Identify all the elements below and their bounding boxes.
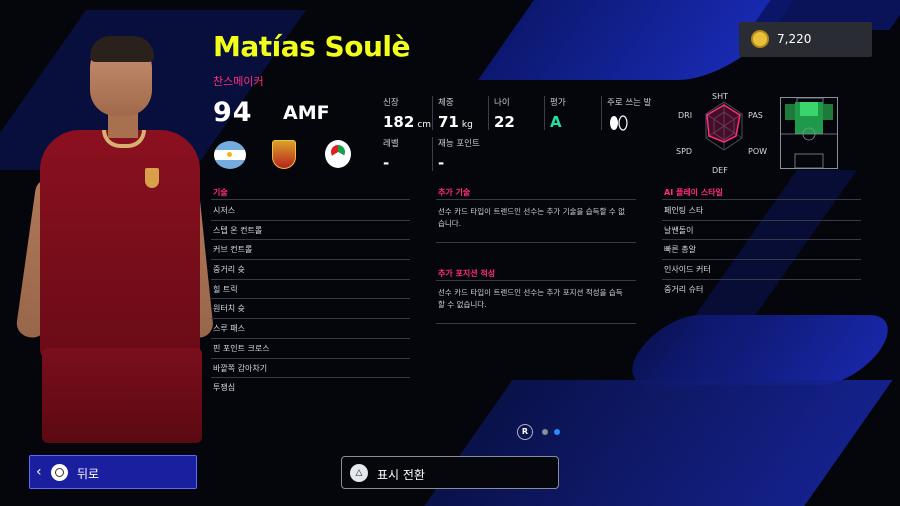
stat-unit: kg (461, 120, 473, 130)
extra-positions-text: 선수 카드 타입이 트렌드인 선수는 추가 포지션 적성을 습득할 수 없습니다… (438, 288, 623, 309)
stat-grade: 평가 A (550, 96, 566, 131)
extra-skills-title: 추가 기술 (438, 188, 471, 197)
stat-value: A (550, 113, 562, 131)
radar-label-dri: DRI (678, 111, 693, 120)
league-logo-icon (325, 140, 351, 168)
player-image (15, 36, 215, 443)
stat-age: 나이 22 (494, 96, 515, 131)
skills-list: 시저스 스텝 온 컨트롤 커브 컨트롤 중거리 슛 힐 트릭 원터치 슛 스루 … (211, 201, 410, 398)
currency-display: 7,220 (739, 22, 872, 57)
divider (488, 96, 489, 130)
player-jersey (40, 130, 200, 360)
divider (436, 323, 636, 324)
extra-skills-text: 선수 카드 타입이 트렌드인 선수는 추가 기술을 습득할 수 없습니다. (438, 207, 626, 228)
stat-value: 182 (383, 113, 415, 131)
position-pitch-map (780, 97, 838, 169)
skills-title: 기술 (213, 188, 228, 197)
divider (432, 137, 433, 171)
club-crest-icon (272, 140, 296, 169)
list-item[interactable]: 페인팅 스타 (662, 201, 861, 221)
back-button[interactable]: ‹ 뒤로 (29, 455, 197, 489)
ability-radar: SHT PAS POW DEF SPD DRI (676, 92, 772, 175)
radar-label-pow: POW (748, 147, 768, 156)
radar-label-pas: PAS (748, 111, 763, 120)
player-rating: 94 (213, 97, 253, 128)
stat-value: - (438, 154, 445, 172)
list-item[interactable]: 스텝 온 컨트롤 (211, 221, 410, 241)
footprint-icon (610, 115, 628, 131)
radar-label-sht: SHT (712, 92, 728, 101)
stat-unit: cm (417, 120, 432, 130)
card-type: 찬스메이커 (213, 75, 264, 88)
divider (436, 242, 636, 243)
list-item[interactable]: 중거리 슛 (211, 260, 410, 280)
stat-label: 나이 (494, 98, 510, 108)
player-name: Matías Soulè (213, 30, 410, 63)
list-item[interactable]: 중거리 슈터 (662, 280, 861, 300)
stat-label: 주로 쓰는 발 (607, 98, 652, 108)
r-button-icon[interactable]: R (517, 424, 533, 440)
list-item[interactable]: 투쟁심 (211, 378, 410, 398)
list-item[interactable]: 날쌘돌이 (662, 221, 861, 241)
divider (211, 199, 410, 200)
list-item[interactable]: 힐 트릭 (211, 280, 410, 300)
stat-level: 레벨 - (383, 137, 399, 172)
list-item[interactable]: 커브 컨트롤 (211, 240, 410, 261)
stat-label: 레벨 (383, 139, 399, 149)
stat-label: 체중 (438, 98, 454, 108)
player-position: AMF (283, 102, 330, 124)
page-dot-active[interactable] (554, 429, 560, 435)
ai-styles-title: AI 플레이 스타일 (664, 188, 723, 197)
list-item[interactable]: 원터치 슛 (211, 299, 410, 320)
switch-view-label: 표시 전환 (377, 468, 425, 482)
list-item[interactable]: 스루 패스 (211, 319, 410, 339)
list-item[interactable]: 바깥쪽 감아차기 (211, 359, 410, 379)
radar-label-spd: SPD (676, 147, 693, 156)
stat-label: 신장 (383, 98, 399, 108)
jersey-crest (145, 168, 159, 188)
bg-streak (615, 315, 900, 385)
stat-foot: 주로 쓰는 발 (607, 96, 652, 136)
extra-positions-title: 추가 포지션 적성 (438, 269, 496, 278)
ai-styles-list: 페인팅 스타 날쌘돌이 빠른 총알 인사이드 커터 중거리 슈터 (662, 201, 861, 299)
switch-view-button[interactable]: △ 표시 전환 (341, 456, 559, 489)
circle-button-icon (51, 464, 68, 481)
list-item[interactable]: 핀 포인트 크로스 (211, 339, 410, 359)
radar-label-def: DEF (712, 166, 728, 175)
chevron-left-icon: ‹ (36, 464, 42, 480)
stat-height: 신장 182 cm (383, 96, 431, 131)
player-shorts (42, 348, 202, 443)
stat-weight: 체중 71 kg (438, 96, 473, 131)
page-dot[interactable] (542, 429, 548, 435)
stat-value: 71 (438, 113, 459, 131)
pitch-heatmap (781, 98, 837, 168)
stat-value: - (383, 154, 390, 172)
player-hair (90, 36, 154, 62)
divider (601, 96, 602, 130)
stat-talent-points: 재능 포인트 - (438, 137, 480, 172)
divider (436, 280, 636, 281)
argentina-flag-icon (214, 141, 246, 169)
stat-label: 재능 포인트 (438, 139, 480, 149)
coin-icon (751, 30, 769, 48)
divider (544, 96, 545, 130)
list-item[interactable]: 빠른 총알 (662, 240, 861, 261)
stat-label: 평가 (550, 98, 566, 108)
triangle-button-icon: △ (350, 464, 368, 482)
list-item[interactable]: 시저스 (211, 201, 410, 221)
list-item[interactable]: 인사이드 커터 (662, 260, 861, 280)
divider (662, 199, 861, 200)
coin-amount: 7,220 (777, 32, 812, 46)
divider (432, 96, 433, 130)
stat-value: 22 (494, 113, 515, 131)
back-label: 뒤로 (77, 467, 100, 481)
divider (436, 199, 636, 200)
